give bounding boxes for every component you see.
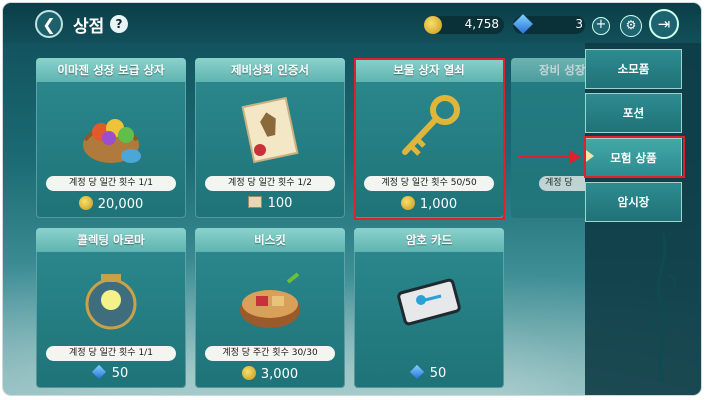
annotation-arrow-head — [569, 150, 581, 164]
item-name: 장비 성장 — [511, 58, 585, 82]
aroma-jar-icon — [85, 274, 137, 330]
gold-coin-icon — [424, 16, 442, 34]
shop-item-card[interactable]: 제비상회 인증서 계정 당 일간 횟수 1/2 100 — [195, 58, 345, 218]
help-button[interactable]: ? — [110, 15, 128, 33]
shop-item-card[interactable]: 콜렉팅 아로마 계정 당 일간 횟수 1/1 50 — [36, 228, 186, 388]
options-button[interactable]: ⚙ — [620, 15, 642, 37]
gold-coin-icon — [400, 196, 415, 210]
purchase-limit: 계정 당 주간 횟수 30/30 — [205, 346, 335, 361]
price-value: 50 — [429, 366, 447, 381]
item-name: 비스킷 — [195, 228, 345, 252]
gem-icon — [409, 364, 424, 380]
item-name: 보물 상자 열쇠 — [354, 58, 504, 82]
price-value: 50 — [111, 366, 129, 381]
exit-button[interactable]: ⇥ — [649, 9, 679, 39]
fruit-basket-icon — [83, 119, 141, 163]
add-gem-button[interactable]: + — [592, 17, 610, 35]
price-value: 3,000 — [260, 367, 299, 382]
exit-door-icon: ⇥ — [657, 15, 671, 33]
item-price: 50 — [354, 364, 504, 384]
purchase-limit: 계정 당 일간 횟수 1/1 — [46, 176, 176, 191]
shop-item-card[interactable]: 비스킷 계정 당 주간 횟수 30/30 3,000 — [195, 228, 345, 388]
gear-icon: ⚙ — [625, 18, 637, 32]
price-value: 1,000 — [419, 197, 458, 212]
key-card-icon — [397, 278, 461, 326]
purchase-limit: 계정 당 — [539, 176, 585, 191]
chevron-left-icon: ❮ — [42, 15, 56, 34]
gold-coin-icon — [241, 366, 256, 380]
sidebar-item-black-market[interactable]: 암시장 — [585, 182, 682, 222]
item-price: 50 — [36, 364, 186, 384]
gold-amount: 4,758 — [464, 17, 499, 31]
shop-item-card[interactable]: 보물 상자 열쇠 계정 당 일간 횟수 50/50 1,000 — [354, 58, 504, 218]
selected-category-highlight — [584, 136, 685, 178]
sidebar-item-consumables[interactable]: 소모품 — [585, 49, 682, 89]
purchase-limit: 계정 당 일간 횟수 50/50 — [364, 176, 494, 191]
purchase-limit: 계정 당 일간 횟수 1/2 — [205, 176, 335, 191]
item-price: 3,000 — [195, 366, 345, 384]
top-bar: ❮ 상점 ? 4,758 3 + ⚙ ⇥ — [3, 3, 701, 43]
annotation-arrow — [518, 156, 570, 158]
price-value: 20,000 — [97, 197, 144, 212]
gem-amount: 3 — [575, 17, 583, 31]
shop-window: ❮ 상점 ? 4,758 3 + ⚙ ⇥ 이마젠 성장 보급 상자 계정 당 일… — [3, 3, 701, 395]
purchase-limit: 계정 당 일간 횟수 1/1 — [46, 346, 176, 361]
price-value: 100 — [267, 196, 293, 211]
item-name: 제비상회 인증서 — [195, 58, 345, 82]
sidebar-item-potions[interactable]: 포션 — [585, 93, 682, 133]
back-button[interactable]: ❮ — [35, 10, 63, 38]
item-price: 1,000 — [354, 196, 504, 214]
item-price: 20,000 — [36, 196, 186, 214]
item-name: 콜렉팅 아로마 — [36, 228, 186, 252]
item-name: 암호 카드 — [354, 228, 504, 252]
page-title: 상점 — [73, 17, 105, 37]
item-price: 100 — [195, 196, 345, 214]
golden-key-icon — [402, 95, 460, 156]
item-name: 이마젠 성장 보급 상자 — [36, 58, 186, 82]
shop-item-card[interactable]: 암호 카드 50 — [354, 228, 504, 388]
shop-item-card[interactable]: 이마젠 성장 보급 상자 계정 당 일간 횟수 1/1 20,000 — [36, 58, 186, 218]
ticket-icon — [247, 196, 262, 208]
scroll-certificate-icon — [241, 96, 299, 164]
gem-icon — [91, 364, 106, 380]
vine-decoration — [649, 233, 677, 383]
shop-item-card-partial[interactable]: 장비 성장 계정 당 — [511, 58, 585, 218]
gold-coin-icon — [78, 196, 93, 210]
biscuit-box-icon — [240, 272, 300, 328]
